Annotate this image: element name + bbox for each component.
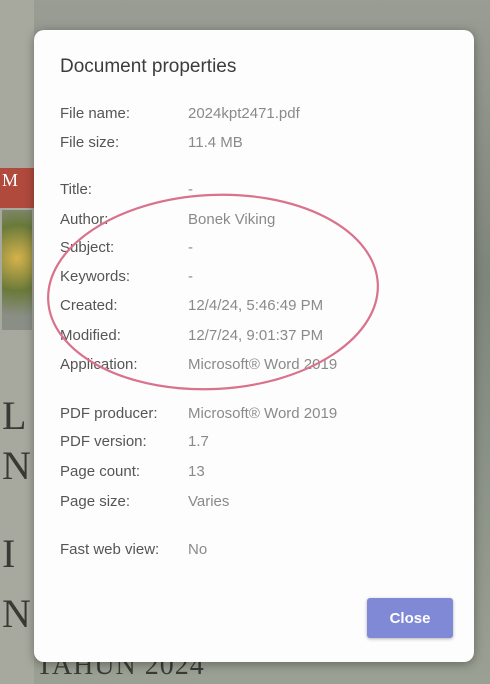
property-value: Bonek Viking: [188, 210, 276, 228]
property-value: -: [188, 238, 193, 256]
property-row-pdf-producer: PDF producer: Microsoft® Word 2019: [60, 402, 337, 424]
property-value: 2024kpt2471.pdf: [188, 104, 300, 122]
property-row-author: Author: Bonek Viking: [60, 208, 275, 230]
property-row-application: Application: Microsoft® Word 2019: [60, 353, 337, 375]
property-label: Application:: [60, 355, 138, 373]
property-label: Fast web view:: [60, 540, 160, 558]
property-value: 13: [188, 462, 205, 480]
background-letter: N: [2, 591, 31, 636]
property-value: -: [188, 180, 193, 198]
property-row-file-name: File name: 2024kpt2471.pdf: [60, 102, 300, 124]
property-row-modified: Modified: 12/7/24, 9:01:37 PM: [60, 324, 323, 346]
property-row-page-count: Page count: 13: [60, 460, 205, 482]
property-label: Subject:: [60, 238, 115, 256]
property-value: -: [188, 267, 193, 285]
background-letter: N: [2, 443, 31, 488]
property-row-file-size: File size: 11.4 MB: [60, 131, 243, 153]
property-row-page-size: Page size: Varies: [60, 490, 229, 512]
property-value: No: [188, 540, 208, 558]
property-label: Page size:: [60, 492, 131, 510]
dialog-title: Document properties: [60, 56, 237, 77]
property-label: Page count:: [60, 462, 141, 480]
property-label: Created:: [60, 296, 118, 314]
property-row-created: Created: 12/4/24, 5:46:49 PM: [60, 294, 323, 316]
background-letter: M: [2, 170, 19, 190]
close-button[interactable]: Close: [367, 598, 453, 638]
property-value: Microsoft® Word 2019: [188, 355, 338, 373]
property-value: 12/7/24, 9:01:37 PM: [188, 326, 324, 344]
property-value: 1.7: [188, 432, 209, 450]
background-page-edge: [0, 0, 34, 684]
background-letter: L: [2, 393, 27, 438]
property-label: Modified:: [60, 326, 121, 344]
property-row-keywords: Keywords: -: [60, 265, 193, 287]
property-label: PDF producer:: [60, 404, 158, 422]
background-emblem: [2, 210, 32, 330]
property-row-subject: Subject: -: [60, 236, 193, 258]
property-row-pdf-version: PDF version: 1.7: [60, 430, 209, 452]
property-row-fast-web-view: Fast web view: No: [60, 538, 207, 560]
property-label: File name:: [60, 104, 131, 122]
property-label: Author:: [60, 210, 109, 228]
property-row-title: Title: -: [60, 178, 193, 200]
property-value: Microsoft® Word 2019: [188, 404, 338, 422]
property-label: Title:: [60, 180, 92, 198]
property-value: 12/4/24, 5:46:49 PM: [188, 296, 324, 314]
property-value: 11.4 MB: [188, 133, 243, 151]
background-letter: I: [2, 531, 16, 576]
property-label: PDF version:: [60, 432, 147, 450]
document-properties-dialog: Document properties File name: 2024kpt24…: [34, 30, 474, 662]
property-value: Varies: [188, 492, 230, 510]
property-label: File size:: [60, 133, 120, 151]
property-label: Keywords:: [60, 267, 131, 285]
